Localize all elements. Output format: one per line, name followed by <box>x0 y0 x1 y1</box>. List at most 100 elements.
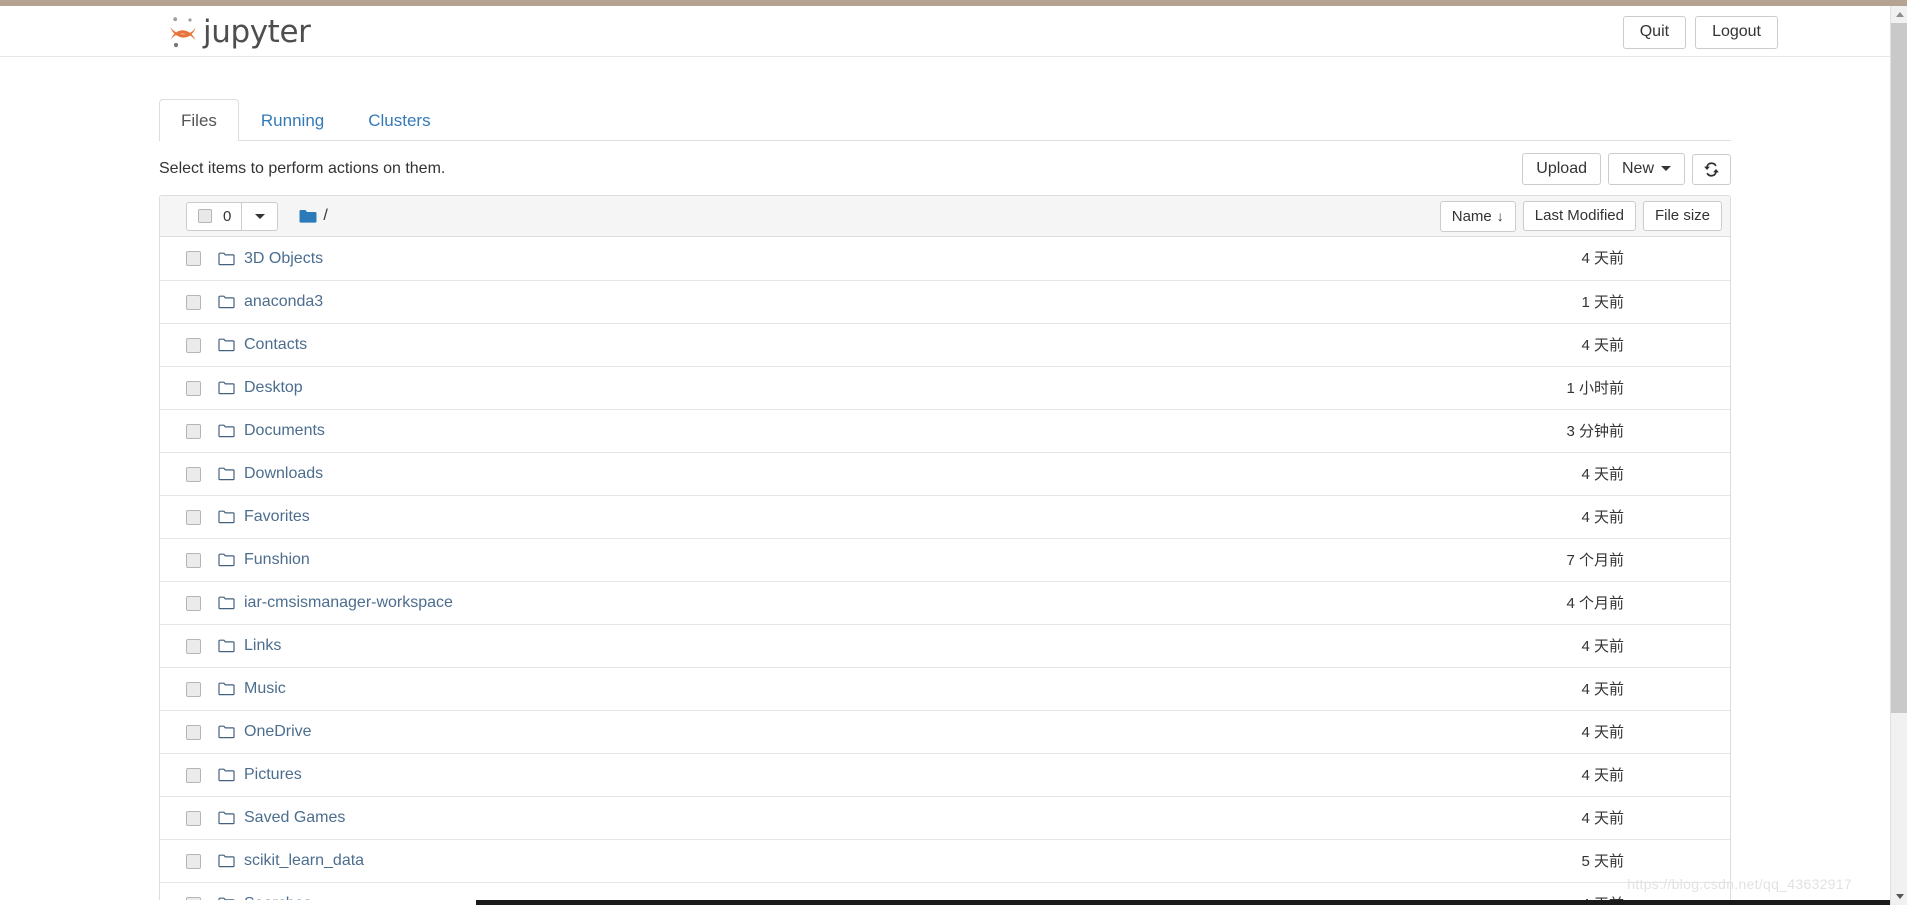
file-name-link[interactable]: Downloads <box>244 464 323 484</box>
file-name-link[interactable]: Desktop <box>244 378 303 398</box>
sort-controls: Name ↓ Last Modified File size <box>1433 200 1722 232</box>
table-row[interactable]: Documents 3 分钟前 <box>160 409 1730 452</box>
folder-outline-icon <box>218 424 235 438</box>
chevron-up-icon <box>1895 12 1904 17</box>
select-all-group: 0 <box>186 201 279 231</box>
tab-running[interactable]: Running <box>239 99 346 141</box>
sort-by-last-modified-button[interactable]: Last Modified <box>1522 201 1636 231</box>
refresh-button[interactable] <box>1692 153 1731 185</box>
folder-outline-icon <box>218 811 235 825</box>
file-name-link[interactable]: Music <box>244 679 286 699</box>
sort-by-file-size-button[interactable]: File size <box>1642 201 1722 231</box>
row-checkbox[interactable] <box>186 681 201 697</box>
file-modified-time: 4 天前 <box>1581 680 1624 698</box>
sort-name-label: Name <box>1451 207 1492 225</box>
file-modified-time: 4 天前 <box>1581 809 1624 827</box>
row-checkbox[interactable] <box>186 509 201 525</box>
table-row[interactable]: Saved Games 4 天前 <box>160 796 1730 839</box>
file-list: 0 / Name ↓ Last Modified File size 3D Ob… <box>159 195 1731 905</box>
folder-outline-icon <box>218 467 235 481</box>
vertical-scrollbar[interactable] <box>1890 6 1907 905</box>
refresh-icon <box>1704 162 1719 177</box>
file-name-link[interactable]: Funshion <box>244 550 310 570</box>
main-content: Files Running Clusters Select items to p… <box>159 97 1731 905</box>
file-name-link[interactable]: anaconda3 <box>244 292 323 312</box>
scroll-up-button[interactable] <box>1891 6 1907 23</box>
file-name-link[interactable]: iar-cmsismanager-workspace <box>244 593 453 613</box>
folder-outline-icon <box>218 725 235 739</box>
file-modified-time: 5 天前 <box>1581 852 1624 870</box>
logout-button[interactable]: Logout <box>1695 16 1778 49</box>
scrollbar-thumb[interactable] <box>1891 23 1907 713</box>
folder-outline-icon <box>218 682 235 696</box>
select-items-hint: Select items to perform actions on them. <box>159 160 446 177</box>
breadcrumb[interactable]: / <box>299 207 328 225</box>
file-name-link[interactable]: Documents <box>244 421 325 441</box>
row-checkbox[interactable] <box>186 380 201 396</box>
sort-by-name-button[interactable]: Name ↓ <box>1439 200 1516 232</box>
row-checkbox[interactable] <box>186 724 201 740</box>
folder-outline-icon <box>218 639 235 653</box>
table-row[interactable]: 3D Objects 4 天前 <box>160 237 1730 280</box>
upload-button[interactable]: Upload <box>1522 153 1601 185</box>
tab-clusters[interactable]: Clusters <box>346 99 452 141</box>
jupyter-logo[interactable]: jupyter <box>168 11 311 53</box>
table-row[interactable]: Contacts 4 天前 <box>160 323 1730 366</box>
file-rows: 3D Objects 4 天前 anaconda3 1 天前 Contacts 4 天前 D… <box>160 237 1730 905</box>
row-checkbox[interactable] <box>186 767 201 783</box>
file-name-link[interactable]: Pictures <box>244 765 302 785</box>
folder-outline-icon <box>218 338 235 352</box>
selection-dropdown-button[interactable] <box>242 201 279 231</box>
row-checkbox[interactable] <box>186 337 201 353</box>
row-checkbox[interactable] <box>186 423 201 439</box>
table-row[interactable]: scikit_learn_data 5 天前 <box>160 839 1730 882</box>
file-name-link[interactable]: Favorites <box>244 507 310 527</box>
folder-outline-icon <box>218 381 235 395</box>
table-row[interactable]: iar-cmsismanager-workspace 4 个月前 <box>160 581 1730 624</box>
table-row[interactable]: Music 4 天前 <box>160 667 1730 710</box>
select-all-checkbox-button[interactable]: 0 <box>186 201 243 231</box>
file-name-link[interactable]: Contacts <box>244 335 307 355</box>
toolbar-actions: Upload New <box>1515 153 1731 185</box>
row-checkbox[interactable] <box>186 251 201 266</box>
file-modified-time: 1 小时前 <box>1566 379 1624 397</box>
jupyter-logo-icon <box>170 17 196 48</box>
row-checkbox[interactable] <box>186 466 201 482</box>
row-checkbox[interactable] <box>186 294 201 310</box>
table-row[interactable]: Links 4 天前 <box>160 624 1730 667</box>
new-dropdown-button[interactable]: New <box>1607 153 1685 185</box>
tab-files[interactable]: Files <box>159 99 239 141</box>
row-checkbox[interactable] <box>186 595 201 611</box>
table-row[interactable]: Desktop 1 小时前 <box>160 366 1730 409</box>
file-name-link[interactable]: Saved Games <box>244 808 345 828</box>
file-modified-time: 1 天前 <box>1581 293 1624 311</box>
file-modified-time: 4 天前 <box>1581 508 1624 526</box>
row-checkbox[interactable] <box>186 552 201 568</box>
jupyter-wordmark: jupyter <box>203 13 311 50</box>
table-row[interactable]: Favorites 4 天前 <box>160 495 1730 538</box>
table-row[interactable]: Pictures 4 天前 <box>160 753 1730 796</box>
new-label: New <box>1621 160 1654 177</box>
bottom-edge <box>0 900 1890 905</box>
row-checkbox[interactable] <box>186 853 201 869</box>
file-list-header: 0 / Name ↓ Last Modified File size <box>160 196 1730 237</box>
file-modified-time: 4 天前 <box>1581 637 1624 655</box>
scroll-down-button[interactable] <box>1891 888 1907 905</box>
table-row[interactable]: Funshion 7 个月前 <box>160 538 1730 581</box>
table-row[interactable]: OneDrive 4 天前 <box>160 710 1730 753</box>
table-row[interactable]: anaconda3 1 天前 <box>160 280 1730 323</box>
quit-button[interactable]: Quit <box>1622 16 1687 49</box>
chevron-down-icon <box>1895 894 1904 899</box>
file-name-link[interactable]: Links <box>244 636 281 656</box>
file-modified-time: 4 天前 <box>1581 336 1624 354</box>
file-modified-time: 4 天前 <box>1581 723 1624 741</box>
file-name-link[interactable]: OneDrive <box>244 722 312 742</box>
file-name-link[interactable]: scikit_learn_data <box>244 851 364 871</box>
row-checkbox[interactable] <box>186 810 201 826</box>
table-row[interactable]: Downloads 4 天前 <box>160 452 1730 495</box>
row-checkbox[interactable] <box>186 638 201 654</box>
checkbox-icon[interactable] <box>198 209 212 223</box>
file-modified-time: 4 天前 <box>1581 465 1624 483</box>
header-actions: Quit Logout <box>1622 16 1778 49</box>
file-name-link[interactable]: 3D Objects <box>244 249 323 269</box>
